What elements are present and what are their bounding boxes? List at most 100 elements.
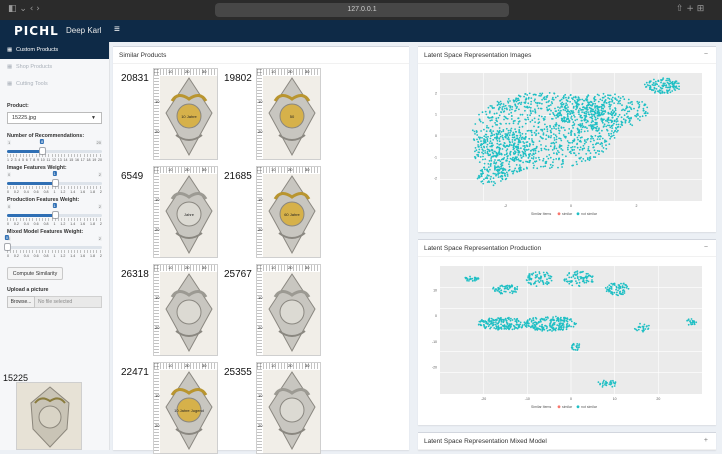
x-tick-label: 2 (636, 204, 638, 208)
slider-tick-label: 12 (51, 158, 56, 162)
latent-images-panel: Latent Space Representation Images − -2 0… (418, 46, 716, 232)
y-tick-label: -1 (434, 155, 437, 159)
similar-products-title: Similar Products (113, 47, 409, 64)
slider-tick-label: 1.2 (60, 222, 66, 226)
slider-value: 8 (40, 139, 45, 144)
y-tick-label: -10 (432, 340, 437, 344)
slider-tick-labels: 0 0.2 0.4 0.6 0.8 1 1.2 1.4 1.6 1.8 2 (7, 254, 102, 258)
x-tick-label: 10 (613, 397, 617, 401)
slider-tick-label: 0 (7, 222, 9, 226)
product-image[interactable]: 10 20 30 10 20 60 Jahre (256, 166, 321, 258)
slider-tick-label: 0.8 (43, 190, 49, 194)
product-image[interactable]: 10 20 30 10 20 (153, 264, 218, 356)
badge-graphic: Jahre (160, 174, 217, 257)
slider-tick-label: 1 (7, 158, 9, 162)
legend-title: Similar Items (531, 212, 551, 216)
product-image[interactable]: 10 20 30 10 20 50 (256, 68, 321, 160)
slider-tick-label: 1.8 (90, 222, 96, 226)
collapse-icon[interactable]: − (704, 51, 708, 58)
y-tick-label: 0 (435, 134, 437, 138)
x-tick-label: -2 (504, 204, 507, 208)
y-tick-label: -2 (434, 177, 437, 181)
product-image[interactable]: 10 20 30 10 20 (256, 362, 321, 454)
slider-tick-label: 1.4 (70, 254, 76, 258)
legend-swatch (576, 212, 580, 216)
slider-tick-label: 0.4 (23, 190, 29, 194)
slider-tick-label: 19 (92, 158, 97, 162)
sidebar-item-label: Cutting Tools (16, 81, 48, 87)
slider-tick-label: 5 (22, 158, 24, 162)
legend-label: not similar (581, 212, 598, 216)
slider-tick-label: 4 (18, 158, 21, 162)
hamburger-menu-icon[interactable]: ≡ (114, 24, 120, 35)
legend-label: not similar (581, 405, 598, 409)
slider-tick-label: 1.6 (80, 222, 86, 226)
browser-action-icons[interactable]: ⇧ + ⊞ (676, 4, 704, 14)
legend-swatch (576, 405, 580, 409)
slider-track (7, 246, 102, 249)
sidebar-item[interactable]: ▦ Custom Products (0, 42, 109, 59)
slider-max: 2 (97, 204, 102, 209)
y-tick-label: 1 (435, 113, 437, 117)
latent-production-panel: Latent Space Representation Production −… (418, 239, 716, 425)
slider-tick-label: 0.4 (23, 254, 29, 258)
slider-tick-label: 1 (53, 222, 56, 226)
slider-tick-label: 1.4 (70, 190, 76, 194)
product-id: 25767 (224, 269, 252, 280)
product-select[interactable]: 15225.jpg ▼ (7, 112, 102, 124)
expand-icon[interactable]: + (704, 437, 708, 444)
slider-min: 0 (7, 172, 12, 177)
product-image[interactable]: 10 20 30 10 20 Jahre (153, 166, 218, 258)
user-name: Deep Karl (66, 26, 102, 35)
browse-button[interactable]: Browse... (7, 296, 35, 308)
product-image[interactable]: 10 20 30 10 20 (256, 264, 321, 356)
y-tick-label: 0 (435, 314, 437, 318)
slider-group: Number of Recommendations: 1 20 8 1 2 3 4 5 6 7 8 9 1… (0, 133, 109, 261)
slider-tick-label: 0 (7, 190, 9, 194)
file-upload[interactable]: Browse... No file selected (7, 296, 102, 308)
slider-tick-label: 0.6 (33, 222, 39, 226)
product-image[interactable]: 10 20 30 10 20 10 Jahre (153, 68, 218, 160)
latent-images-plot: -2 0 2 2 1 0 -1 -2 Similar Items similar not simil… (434, 73, 702, 216)
slider-tick-label: 3 (14, 158, 17, 162)
sidebar-item-label: Custom Products (16, 47, 59, 53)
slider-fill (7, 150, 43, 153)
menu-grid-icon: ▦ (7, 81, 13, 87)
badge-caption: 60 Jahre (284, 212, 300, 217)
slider-value: 0 (4, 235, 10, 240)
slider-tick-label: 9 (37, 158, 39, 162)
y-tick-label: 2 (435, 91, 437, 95)
slider-max: 2 (97, 236, 102, 241)
address-bar[interactable]: 127.0.0.1 (215, 3, 509, 17)
x-tick-label: 20 (656, 397, 660, 401)
browser-nav-icons[interactable]: ◧ ⌄ ‹ › (8, 4, 40, 14)
latent-mixed-panel: Latent Space Representation Mixed Model … (418, 432, 716, 450)
sidebar-item-label: Shop Products (16, 64, 53, 70)
y-tick-label: -20 (432, 365, 437, 369)
compute-similarity-button[interactable]: Compute Similarity (7, 267, 63, 280)
legend-label: similar (562, 405, 573, 409)
slider-tick-label: 0.6 (33, 190, 39, 194)
slider-tick-label: 0.8 (43, 222, 49, 226)
slider-tick-label: 2 (99, 254, 102, 258)
sidebar-item[interactable]: ▦ Shop Products (0, 59, 109, 76)
slider-tick-label: 7 (29, 158, 32, 162)
file-name-field: No file selected (35, 296, 102, 308)
latent-mixed-title: Latent Space Representation Mixed Model (418, 433, 716, 450)
product-select-value: 15225.jpg (12, 115, 37, 121)
app-navbar: PICHL Deep Karl ≡ (0, 20, 722, 42)
weight-slider[interactable]: 0 2 1 0 0.2 0.4 0.6 0.8 1 1.2 1.4 1.6 1.8 2 (7, 203, 102, 229)
pichl-logo: PICHL (14, 24, 59, 38)
collapse-icon[interactable]: − (704, 244, 708, 251)
badge-caption: 10 Jahre (181, 114, 197, 119)
sidebar-item[interactable]: ▦ Cutting Tools (0, 76, 109, 93)
weight-slider[interactable]: 0 2 1 0 0.2 0.4 0.6 0.8 1 1.2 1.4 1.6 1.8 2 (7, 171, 102, 197)
badge-caption: 50 (290, 114, 295, 119)
legend-swatch (557, 212, 561, 216)
product-image[interactable]: 10 20 30 10 20 10 Jahre Jugend (153, 362, 218, 454)
slider-tick-label: 11 (46, 158, 51, 162)
weight-slider[interactable]: 0 2 0 0 0.2 0.4 0.6 0.8 1 1.2 1.4 1.6 1.8 2 (4, 235, 102, 261)
weight-slider[interactable]: 1 20 8 1 2 3 4 5 6 7 8 9 10 11 12 13 14 15 16 17 18 19 20 (7, 139, 102, 165)
slider-tick-label: 18 (86, 158, 91, 162)
product-id: 26318 (121, 269, 149, 280)
